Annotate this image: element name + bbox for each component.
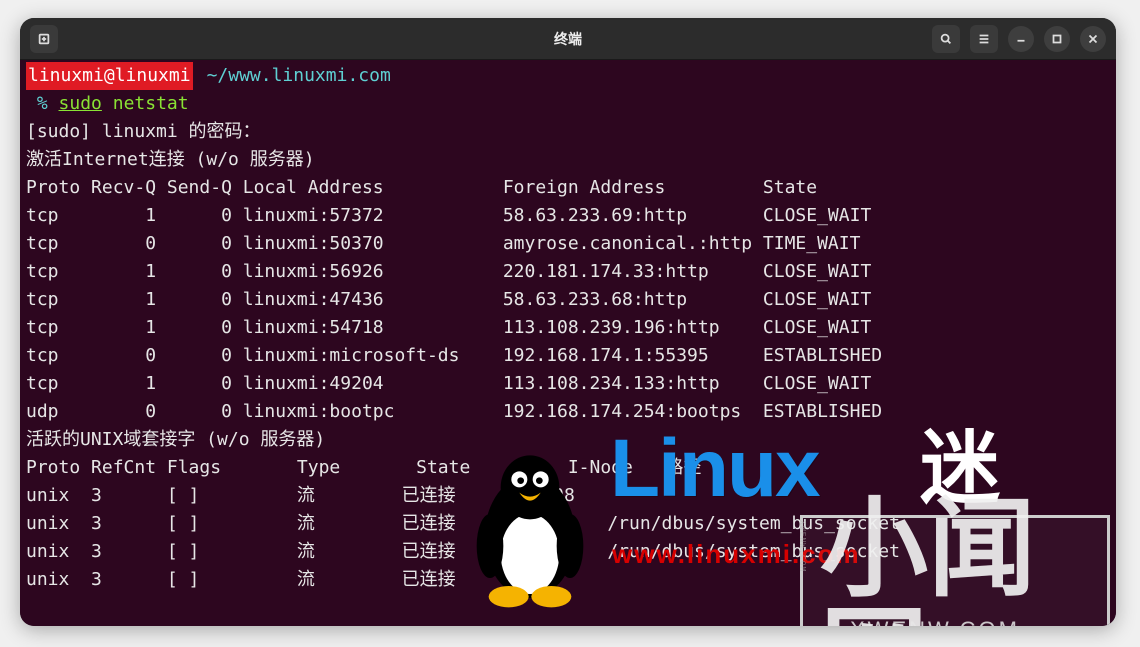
prompt-path: ~/www.linuxmi.com (207, 62, 391, 90)
cmd-netstat: netstat (113, 93, 189, 114)
net-row: tcp 1 0 linuxmi:47436 58.63.233.68:http … (26, 286, 1110, 314)
prompt-line-1: linuxmi@linuxmi ~/www.linuxmi.com (26, 62, 1110, 90)
cmd-sudo: sudo (59, 93, 102, 114)
unix-header: 活跃的UNIX域套接字 (w/o 服务器) (26, 426, 1110, 454)
net-row: tcp 1 0 linuxmi:49204 113.108.234.133:ht… (26, 370, 1110, 398)
window-title: 终端 (554, 29, 582, 49)
hamburger-icon (977, 32, 991, 46)
unix-row: unix 3 [ ] 流 已连接 38062 /run/dbus/system_… (26, 510, 1110, 538)
net-row: tcp 1 0 linuxmi:56926 220.181.174.33:htt… (26, 258, 1110, 286)
minimize-icon (1014, 32, 1028, 46)
sudo-password-prompt: [sudo] linuxmi 的密码： (26, 118, 1110, 146)
prompt-user-host: linuxmi@linuxmi (26, 62, 193, 90)
net-row: tcp 1 0 linuxmi:54718 113.108.239.196:ht… (26, 314, 1110, 342)
search-icon (939, 32, 953, 46)
unix-row: unix 3 [ ] 流 已连接 119698 (26, 482, 1110, 510)
terminal-body[interactable]: linuxmi@linuxmi ~/www.linuxmi.com % sudo… (20, 60, 1116, 626)
close-icon (1086, 32, 1100, 46)
unix-columns: Proto RefCnt Flags Type State I-Node 路径 (26, 454, 1110, 482)
prompt-symbol: % (37, 93, 48, 114)
new-tab-button[interactable] (30, 25, 58, 53)
net-header: 激活Internet连接 (w/o 服务器) (26, 146, 1110, 174)
maximize-icon (1050, 32, 1064, 46)
menu-button[interactable] (970, 25, 998, 53)
unix-row: unix 3 [ ] 流 已连接 44447 (26, 566, 1110, 594)
watermark-xwen-sub: XWENW.COM (850, 616, 1020, 626)
net-columns: Proto Recv-Q Send-Q Local Address Foreig… (26, 174, 1110, 202)
net-row: udp 0 0 linuxmi:bootpc 192.168.174.254:b… (26, 398, 1110, 426)
new-tab-icon (37, 32, 51, 46)
close-button[interactable] (1080, 26, 1106, 52)
minimize-button[interactable] (1008, 26, 1034, 52)
net-row: tcp 0 0 linuxmi:microsoft-ds 192.168.174… (26, 342, 1110, 370)
net-row: tcp 0 0 linuxmi:50370 amyrose.canonical.… (26, 230, 1110, 258)
terminal-window: 终端 linuxmi@linuxmi ~/www.linuxmi.com % s… (20, 18, 1116, 626)
search-button[interactable] (932, 25, 960, 53)
unix-row: unix 3 [ ] 流 已连接 43982 /run/dbus/system_… (26, 538, 1110, 566)
net-row: tcp 1 0 linuxmi:57372 58.63.233.69:http … (26, 202, 1110, 230)
maximize-button[interactable] (1044, 26, 1070, 52)
command-line: % sudo netstat (26, 90, 1110, 118)
titlebar: 终端 (20, 18, 1116, 60)
